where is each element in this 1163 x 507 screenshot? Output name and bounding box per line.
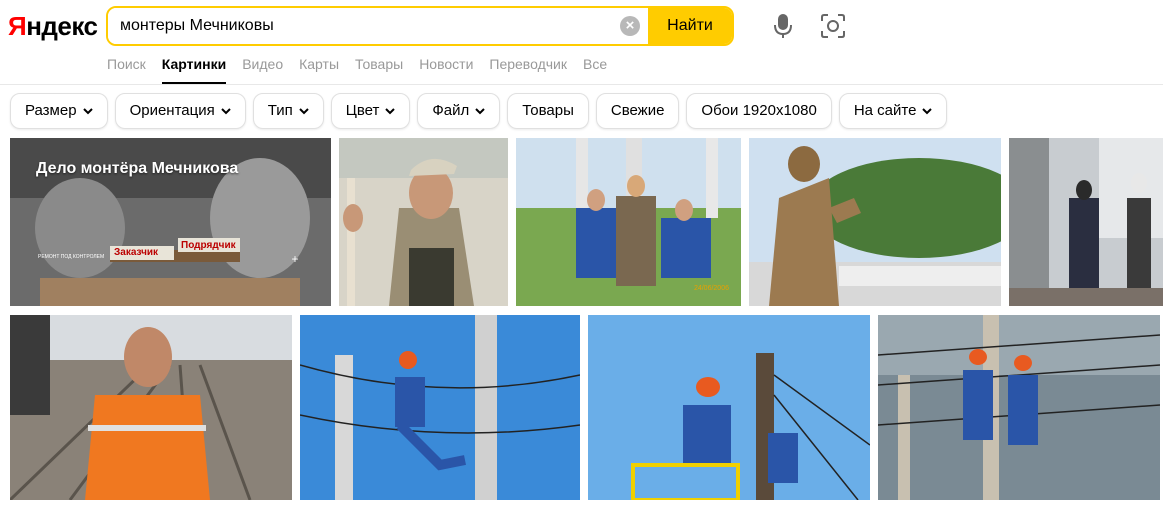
tab-translator[interactable]: Переводчик [489, 56, 567, 84]
small-caption: РЕМОНТ ПОД КОНТРОЛЕМ [38, 254, 105, 260]
tab-news[interactable]: Новости [419, 56, 473, 84]
clear-icon: × [620, 16, 640, 36]
tab-video[interactable]: Видео [242, 56, 283, 84]
chevron-down-icon [221, 108, 231, 115]
header-divider [0, 84, 1163, 85]
filter-label: Обои 1920x1080 [701, 102, 817, 119]
result-caption: Дело монтёра Мечникова [36, 160, 239, 177]
logo-first-letter: Я [8, 11, 27, 41]
logo-rest: ндекс [26, 11, 98, 41]
chevron-down-icon [299, 108, 309, 115]
tab-maps[interactable]: Карты [299, 56, 339, 84]
filter-wallpaper[interactable]: Обои 1920x1080 [686, 93, 832, 129]
result-image-lineman-3[interactable] [878, 315, 1160, 500]
result-image-monument[interactable] [749, 138, 1001, 306]
image-search-icon[interactable] [820, 13, 846, 39]
result-image-actor-portrait[interactable] [339, 138, 508, 306]
result-image-interior-scene[interactable] [1009, 138, 1163, 306]
search-input[interactable] [108, 8, 612, 44]
filter-site[interactable]: На сайте [838, 93, 948, 129]
filter-label: Цвет [345, 102, 380, 119]
result-image-lineman-1[interactable] [300, 315, 580, 500]
search-box: × Найти [106, 6, 734, 46]
microphone-icon[interactable] [772, 13, 794, 39]
yandex-logo[interactable]: Яндекс [8, 11, 98, 42]
clear-button[interactable]: × [612, 8, 648, 44]
chevron-down-icon [922, 108, 933, 115]
date-stamp: 24/06/2006 [693, 285, 729, 292]
chevron-down-icon [385, 108, 396, 115]
filter-type[interactable]: Тип [252, 93, 324, 129]
result-image-three-workers[interactable]: 24/06/2006 [516, 138, 741, 306]
filter-label: Ориентация [129, 102, 215, 119]
filter-label: Файл [432, 102, 470, 119]
chevron-down-icon [475, 108, 485, 115]
tab-goods[interactable]: Товары [355, 56, 403, 84]
result-image-cartoon[interactable]: Дело монтёра Мечникова Заказчик Подрядчи… [10, 138, 331, 306]
chevron-down-icon [82, 108, 93, 115]
search-submit-button[interactable]: Найти [648, 8, 732, 44]
filter-label: На сайте [853, 102, 917, 119]
sign-contractor: Подрядчик [181, 240, 236, 251]
filter-label: Свежие [610, 102, 665, 119]
tab-images[interactable]: Картинки [161, 56, 227, 84]
filter-file[interactable]: Файл [417, 93, 501, 129]
filter-bar: Размер Ориентация Тип Цвет Файл Товары С… [10, 93, 954, 129]
sign-customer: Заказчик [114, 247, 159, 258]
plus-icon: + [291, 252, 299, 266]
filter-goods[interactable]: Товары [507, 93, 589, 129]
filter-label: Тип [267, 102, 293, 119]
filter-size[interactable]: Размер [10, 93, 108, 129]
result-image-lineman-2[interactable] [588, 315, 870, 500]
result-image-railway-worker[interactable] [10, 315, 292, 500]
tab-search[interactable]: Поиск [107, 56, 146, 84]
tab-all[interactable]: Все [583, 56, 607, 84]
filter-label: Товары [522, 102, 574, 119]
search-tabs: Поиск Картинки Видео Карты Товары Новост… [107, 56, 623, 84]
filter-color[interactable]: Цвет [330, 93, 411, 129]
filter-fresh[interactable]: Свежие [595, 93, 680, 129]
filter-label: Размер [25, 102, 77, 119]
filter-orientation[interactable]: Ориентация [114, 93, 246, 129]
